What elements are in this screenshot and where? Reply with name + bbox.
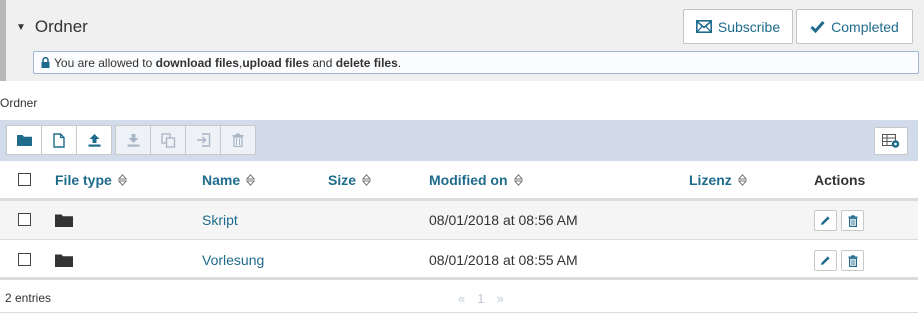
subscribe-button[interactable]: Subscribe [683,9,793,44]
upload-icon [88,134,100,147]
column-actions: Actions [814,172,865,188]
prev-page-button[interactable]: « [458,291,465,306]
table-header: File type Name Size Modified on Lizenz A… [0,161,918,201]
file-name-link[interactable]: Skript [202,212,238,228]
perm-download: download files [155,55,239,70]
completed-button[interactable]: Completed [796,9,913,44]
copy-button[interactable] [150,125,186,155]
panel-title: Ordner [34,17,88,36]
column-modified[interactable]: Modified on [429,172,523,188]
folder-icon [16,135,32,146]
next-page-button[interactable]: » [496,291,503,306]
table-row: Vorlesung 08/01/2018 at 08:55 AM [0,241,918,280]
pagination: « 1 » [458,291,504,306]
section-label: Ordner [0,96,38,110]
envelope-icon [695,20,712,33]
info-suffix: . [397,55,402,70]
table-footer: 2 entries « 1 » [0,283,918,313]
row-checkbox[interactable] [18,213,31,226]
table-settings-icon [882,134,900,148]
file-name-link[interactable]: Vorlesung [202,252,264,268]
lock-icon [41,57,50,68]
perm-delete: delete files [335,55,398,70]
entries-count: 2 entries [5,291,52,305]
delete-selected-button[interactable] [220,125,256,155]
move-icon [196,133,210,147]
new-folder-button[interactable] [6,125,42,155]
column-license[interactable]: Lizenz [689,172,747,188]
perm-upload: upload files [242,55,310,70]
checkmark-icon [810,21,825,33]
folder-panel: ▼ Ordner Subscribe Completed You are all… [0,0,924,81]
column-file-type[interactable]: File type [55,172,127,188]
sort-icon [737,174,747,186]
column-name-label: Name [202,172,241,188]
delete-button[interactable] [841,210,864,231]
trash-icon [848,254,857,267]
column-size-label: Size [328,172,357,188]
new-file-icon [53,132,65,148]
file-toolbar [0,120,918,161]
select-all-checkbox[interactable] [18,173,31,186]
copy-icon [160,132,175,148]
upload-button[interactable] [76,125,112,155]
page-number[interactable]: 1 [477,291,484,306]
new-file-button[interactable] [41,125,77,155]
move-button[interactable] [185,125,221,155]
sort-icon [117,174,127,186]
caret-down-icon: ▼ [16,21,26,33]
sort-icon [362,174,372,186]
subscribe-label: Subscribe [717,18,781,35]
delete-button[interactable] [841,250,864,271]
sort-icon [513,174,523,186]
info-prefix: You are allowed to [54,55,153,70]
column-size[interactable]: Size [328,172,372,188]
column-file-type-label: File type [55,172,112,188]
pencil-icon [821,256,830,265]
column-actions-label: Actions [814,172,866,188]
edit-button[interactable] [814,210,837,231]
column-name[interactable]: Name [202,172,256,188]
column-modified-label: Modified on [429,172,508,188]
trash-icon [848,214,857,227]
modified-date: 08/01/2018 at 08:56 AM [429,212,578,228]
permission-info-box: You are allowed to download files, uploa… [33,51,919,74]
info-sep2: and [312,55,333,70]
folder-icon [55,254,73,267]
toolbar-group-create [6,125,112,155]
pencil-icon [821,216,830,225]
toolbar-group-actions [115,125,256,155]
panel-toggle[interactable]: ▼ Ordner [16,17,88,37]
download-button[interactable] [115,125,151,155]
sort-icon [246,174,256,186]
table-row: Skript 08/01/2018 at 08:56 AM [0,201,918,240]
download-icon [127,134,139,147]
completed-label: Completed [831,18,899,35]
delete-icon [232,133,244,147]
folder-icon [55,214,73,227]
edit-button[interactable] [814,250,837,271]
row-checkbox[interactable] [18,253,31,266]
modified-date: 08/01/2018 at 08:55 AM [429,252,578,268]
table-settings-button[interactable] [874,127,908,155]
column-license-label: Lizenz [689,172,732,188]
